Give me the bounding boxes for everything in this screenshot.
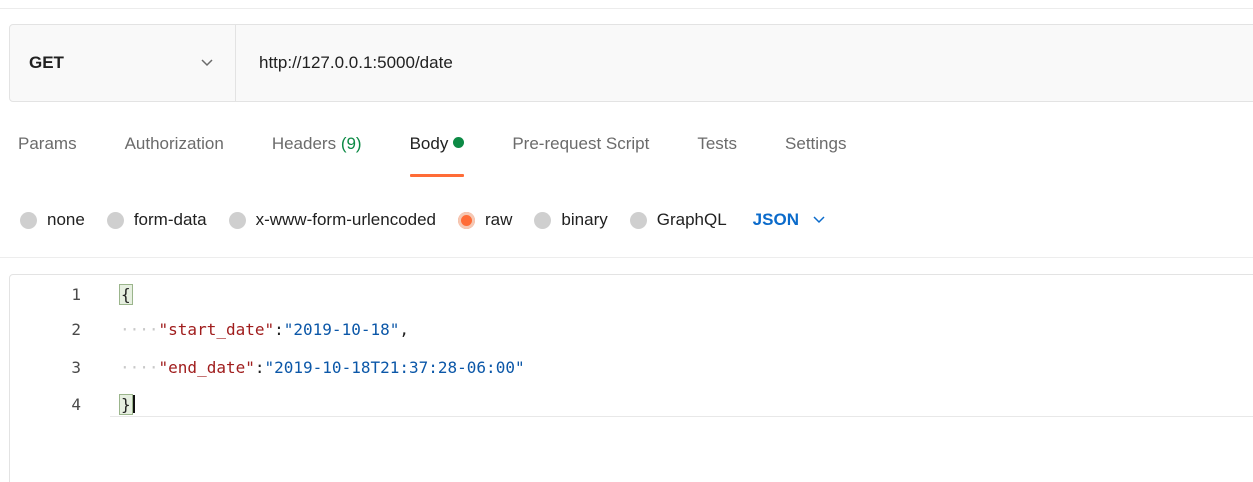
radio-label: none: [47, 210, 85, 229]
radio-label: x-www-form-urlencoded: [255, 210, 437, 229]
json-value: "2019-10-18T21:37:28-06:00": [264, 358, 525, 377]
radio-label: raw: [485, 210, 513, 229]
radio-graphql[interactable]: GraphQL: [629, 210, 727, 230]
radio-none[interactable]: none: [20, 210, 85, 230]
method-select[interactable]: GET: [10, 25, 236, 101]
radio-circle: [228, 211, 246, 229]
tab-label: Headers: [271, 134, 337, 153]
tab-pre-request-script[interactable]: Pre-request Script: [512, 134, 649, 182]
radio-circle: [534, 211, 552, 229]
body-type-options: none form-data x-www-form-urlencoded raw…: [20, 206, 825, 234]
open-brace: {: [119, 284, 133, 305]
code-text: ····"start_date":"2019-10-18",: [120, 320, 409, 339]
code-text: ····"end_date":"2019-10-18T21:37:28-06:0…: [120, 358, 525, 377]
headers-count: (9): [340, 134, 362, 153]
tab-body[interactable]: Body: [409, 134, 465, 182]
active-tab-underline: [409, 174, 465, 177]
json-colon: :: [274, 320, 284, 339]
line-number: 2: [71, 320, 81, 339]
code-text: }: [119, 394, 135, 415]
json-value: "2019-10-18": [283, 320, 400, 339]
radio-binary[interactable]: binary: [534, 210, 608, 230]
format-dropdown[interactable]: JSON: [753, 210, 825, 230]
tab-label: Settings: [785, 134, 847, 153]
line-number: 4: [71, 395, 81, 414]
editor-line: 1 {: [10, 282, 1253, 307]
tab-headers[interactable]: Headers (9): [272, 134, 362, 182]
indent-whitespace: ····: [120, 358, 159, 377]
radio-circle: [20, 211, 37, 229]
json-key: "start_date": [158, 320, 275, 339]
line-number: 1: [71, 285, 81, 304]
url-input[interactable]: http://127.0.0.1:5000/date: [236, 25, 1253, 101]
code-text: {: [119, 284, 133, 305]
request-bar: GET http://127.0.0.1:5000/date: [9, 24, 1253, 102]
radio-circle-selected: [458, 211, 476, 229]
tab-settings[interactable]: Settings: [785, 134, 846, 182]
radio-form-data[interactable]: form-data: [106, 210, 207, 230]
top-divider: [0, 8, 1253, 9]
request-tabs: Params Authorization Headers (9) Body Pr…: [18, 134, 894, 182]
radio-label: GraphQL: [656, 210, 727, 229]
tab-label: Params: [18, 134, 77, 153]
radio-raw[interactable]: raw: [458, 210, 512, 230]
radio-label: binary: [561, 210, 608, 229]
body-indicator-dot: [453, 137, 465, 148]
section-divider: [0, 257, 1253, 258]
json-key: "end_date": [158, 358, 255, 377]
editor-line: 2 ····"start_date":"2019-10-18",: [10, 317, 1253, 342]
body-code-editor[interactable]: 1 { 2 ····"start_date":"2019-10-18", 3 ·…: [9, 274, 1253, 482]
editor-line: 3 ····"end_date":"2019-10-18T21:37:28-06…: [10, 355, 1253, 380]
radio-x-www-form-urlencoded[interactable]: x-www-form-urlencoded: [228, 210, 437, 230]
line-number: 3: [71, 358, 81, 377]
radio-label: form-data: [133, 210, 207, 229]
method-label: GET: [29, 53, 64, 72]
radio-circle: [629, 211, 647, 229]
chevron-down-icon: [813, 216, 825, 224]
tab-params[interactable]: Params: [18, 134, 77, 182]
editor-line: 4 }: [10, 392, 1253, 417]
format-label: JSON: [752, 210, 799, 229]
json-colon: :: [254, 358, 265, 377]
tab-label: Authorization: [124, 134, 224, 153]
json-comma: ,: [399, 320, 409, 339]
text-cursor: [132, 395, 135, 413]
tab-authorization[interactable]: Authorization: [125, 134, 224, 182]
tab-label: Pre-request Script: [512, 134, 650, 153]
close-brace: }: [119, 394, 133, 415]
active-line-highlight: [110, 392, 1253, 417]
chevron-down-icon: [201, 59, 213, 67]
tab-tests[interactable]: Tests: [697, 134, 737, 182]
tab-label: Body: [409, 134, 449, 153]
indent-whitespace: ····: [120, 320, 159, 339]
tab-label: Tests: [697, 134, 738, 153]
radio-circle: [106, 211, 124, 229]
